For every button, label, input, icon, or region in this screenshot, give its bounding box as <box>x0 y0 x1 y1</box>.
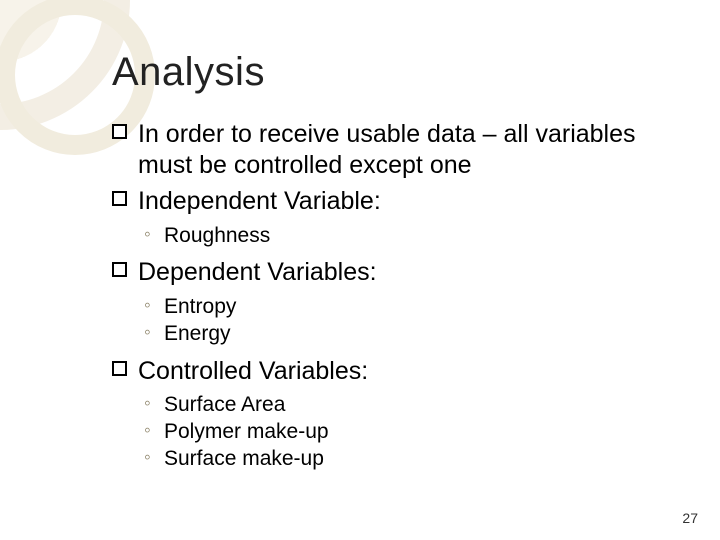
open-bullet-icon: ◦ <box>144 321 151 345</box>
square-bullet-icon <box>112 191 127 206</box>
sub-text: Energy <box>164 322 231 345</box>
bullet-text: Dependent Variables: <box>138 258 377 286</box>
sub-text: Polymer make-up <box>164 420 329 443</box>
open-bullet-icon: ◦ <box>144 294 151 318</box>
sub-text: Entropy <box>164 295 236 318</box>
sub-item: ◦ Surface make-up <box>144 446 680 473</box>
sub-item: ◦ Surface Area <box>144 392 680 419</box>
bullet-independent: Independent Variable: <box>138 186 680 217</box>
open-bullet-icon: ◦ <box>144 419 151 443</box>
sub-list-independent: ◦ Roughness <box>138 223 680 250</box>
slide-title: Analysis <box>112 50 680 95</box>
bullet-dependent: Dependent Variables: <box>138 257 680 288</box>
bullet-text: In order to receive usable data – all va… <box>138 120 636 179</box>
slide-content: Analysis In order to receive usable data… <box>112 50 680 481</box>
sub-list-dependent: ◦ Entropy ◦ Energy <box>138 294 680 348</box>
bullet-text: Independent Variable: <box>138 187 381 215</box>
open-bullet-icon: ◦ <box>144 392 151 416</box>
bullet-controlled: Controlled Variables: <box>138 356 680 387</box>
sub-text: Roughness <box>164 224 270 247</box>
corner-decoration <box>0 0 130 130</box>
square-bullet-icon <box>112 361 127 376</box>
bullet-intro: In order to receive usable data – all va… <box>138 119 680 180</box>
square-bullet-icon <box>112 124 127 139</box>
sub-text: Surface make-up <box>164 447 324 470</box>
sub-item: ◦ Roughness <box>144 223 680 250</box>
open-bullet-icon: ◦ <box>144 223 151 247</box>
open-bullet-icon: ◦ <box>144 446 151 470</box>
bullet-text: Controlled Variables: <box>138 357 368 385</box>
square-bullet-icon <box>112 262 127 277</box>
bullet-list: In order to receive usable data – all va… <box>112 119 680 473</box>
page-number: 27 <box>682 510 698 526</box>
sub-item: ◦ Polymer make-up <box>144 419 680 446</box>
sub-list-controlled: ◦ Surface Area ◦ Polymer make-up ◦ Surfa… <box>138 392 680 473</box>
sub-item: ◦ Energy <box>144 321 680 348</box>
sub-text: Surface Area <box>164 393 285 416</box>
sub-item: ◦ Entropy <box>144 294 680 321</box>
